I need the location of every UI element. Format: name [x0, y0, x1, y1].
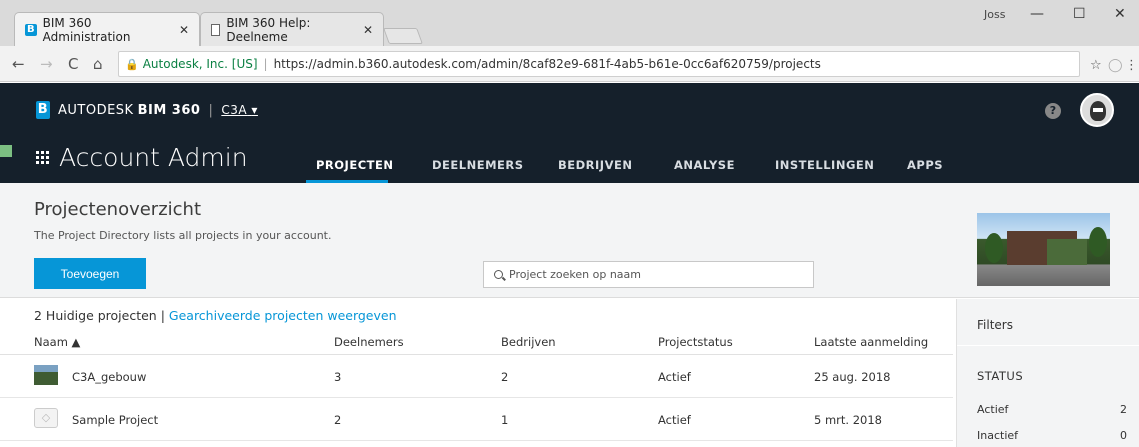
tab-bim360-help[interactable]: BIM 360 Help: Deelneme ✕: [200, 12, 384, 46]
column-header-projectstatus[interactable]: Projectstatus: [658, 335, 733, 349]
tab-deelnemers[interactable]: DEELNEMERS: [432, 158, 524, 172]
tab-close-icon[interactable]: ✕: [363, 23, 373, 37]
filters-panel: Filters STATUS Actief 2 Inactief 0: [956, 299, 1139, 447]
address-bar-row: ← → C ⌂ 🔒 Autodesk, Inc. [US] | https://…: [0, 46, 1139, 82]
status-filter-heading: STATUS: [977, 369, 1024, 383]
filters-title: Filters: [977, 318, 1013, 332]
last-login: 25 aug. 2018: [814, 370, 891, 384]
extension-icon[interactable]: ◯: [1108, 58, 1123, 73]
filter-label: Actief: [977, 403, 1009, 416]
project-count-label: 2 Huidige projecten |: [34, 308, 165, 323]
address-input[interactable]: 🔒 Autodesk, Inc. [US] | https://admin.b3…: [118, 51, 1080, 77]
address-separator: |: [263, 57, 268, 71]
document-icon: [211, 23, 221, 36]
tab-bim360-administration[interactable]: B BIM 360 Administration ✕: [14, 12, 200, 46]
back-icon[interactable]: ←: [12, 55, 25, 73]
tab-close-icon[interactable]: ✕: [179, 23, 189, 37]
account-name: C3A: [221, 103, 248, 117]
search-placeholder: Project zoeken op naam: [509, 268, 641, 281]
filter-inactief[interactable]: Inactief 0: [977, 429, 1127, 442]
close-window-button[interactable]: ✕: [1114, 6, 1126, 22]
brand-separator: |: [208, 102, 214, 118]
page-subtitle: The Project Directory lists all projects…: [34, 229, 332, 242]
app-title-text: Account Admin: [59, 143, 248, 172]
account-selector[interactable]: C3A ▾: [221, 103, 258, 117]
reload-icon[interactable]: C: [68, 55, 78, 73]
bim360-logo-icon: B: [36, 101, 50, 119]
project-count: 2 Huidige projecten | Gearchiveerde proj…: [34, 308, 397, 323]
lock-icon: 🔒: [125, 57, 139, 71]
column-header-bedrijven[interactable]: Bedrijven: [501, 335, 556, 349]
minimize-button[interactable]: —: [1030, 6, 1044, 22]
tab-bedrijven[interactable]: BEDRIJVEN: [558, 158, 632, 172]
column-header-deelnemers[interactable]: Deelnemers: [334, 335, 404, 349]
filters-divider: [957, 345, 1139, 346]
last-login: 5 mrt. 2018: [814, 413, 882, 427]
bookmark-star-icon[interactable]: ☆: [1090, 58, 1102, 73]
project-placeholder-icon: ◇: [34, 408, 58, 428]
tab-projecten[interactable]: PROJECTEN: [316, 158, 393, 172]
tab-title: BIM 360 Help: Deelneme: [226, 15, 311, 44]
tab-instellingen[interactable]: INSTELLINGEN: [775, 158, 874, 172]
bim360-favicon-icon: B: [25, 23, 37, 36]
project-thumbnail: [34, 365, 58, 385]
tab-apps[interactable]: APPS: [907, 158, 943, 172]
page-title: Projectenoverzicht: [34, 199, 202, 220]
archived-projects-link[interactable]: Gearchiveerde projecten weergeven: [169, 308, 397, 323]
table-row[interactable]: C3A_gebouw 3 2 Actief 25 aug. 2018: [0, 355, 953, 398]
table-row[interactable]: ◇ Sample Project 2 1 Actief 5 mrt. 2018: [0, 398, 953, 441]
members-count: 2: [334, 413, 342, 427]
members-count: 3: [334, 370, 342, 384]
browser-user-chip[interactable]: Joss: [984, 8, 1005, 21]
account-image: [977, 213, 1110, 286]
add-project-button[interactable]: Toevoegen: [34, 258, 146, 289]
project-search-input[interactable]: Project zoeken op naam: [483, 261, 814, 288]
secure-origin-label: Autodesk, Inc. [US]: [142, 57, 258, 71]
page-header: Projectenoverzicht The Project Directory…: [0, 183, 1139, 298]
project-status: Actief: [658, 370, 691, 384]
chevron-down-icon: ▾: [251, 103, 258, 117]
home-icon[interactable]: ⌂: [93, 55, 103, 73]
new-tab-button[interactable]: [383, 28, 423, 44]
brand-bar: B AUTODESK BIM 360 | C3A ▾: [36, 101, 258, 119]
companies-count: 2: [501, 370, 509, 384]
app-title: Account Admin: [36, 143, 248, 172]
companies-count: 1: [501, 413, 509, 427]
filter-count: 2: [1120, 403, 1127, 416]
tab-analyse[interactable]: ANALYSE: [674, 158, 735, 172]
brand-product: BIM 360: [137, 102, 201, 118]
tab-title: BIM 360 Administration: [42, 15, 131, 44]
brand-prefix: AUTODESK: [58, 102, 134, 118]
search-icon: [494, 270, 503, 279]
help-icon[interactable]: ?: [1045, 103, 1061, 119]
filter-count: 0: [1120, 429, 1127, 442]
column-header-naam[interactable]: Naam ▲: [34, 335, 80, 349]
browser-menu-icon[interactable]: ⋮: [1125, 58, 1138, 73]
forward-icon[interactable]: →: [40, 55, 53, 73]
project-name[interactable]: Sample Project: [72, 413, 158, 427]
url-text: https://admin.b360.autodesk.com/admin/8c…: [273, 57, 821, 71]
maximize-button[interactable]: ☐: [1073, 6, 1086, 22]
avatar[interactable]: [1080, 93, 1114, 127]
side-accent: [0, 145, 12, 157]
app-grid-icon[interactable]: [36, 151, 49, 164]
filter-actief[interactable]: Actief 2: [977, 403, 1127, 416]
project-status: Actief: [658, 413, 691, 427]
project-name[interactable]: C3A_gebouw: [72, 370, 146, 384]
browser-tab-strip: B BIM 360 Administration ✕ BIM 360 Help:…: [0, 0, 1139, 46]
project-list: 2 Huidige projecten | Gearchiveerde proj…: [0, 299, 953, 447]
column-header-laatste-aanmelding[interactable]: Laatste aanmelding: [814, 335, 928, 349]
app-header: B AUTODESK BIM 360 | C3A ▾ ? Account Adm…: [0, 83, 1139, 183]
filter-label: Inactief: [977, 429, 1019, 442]
